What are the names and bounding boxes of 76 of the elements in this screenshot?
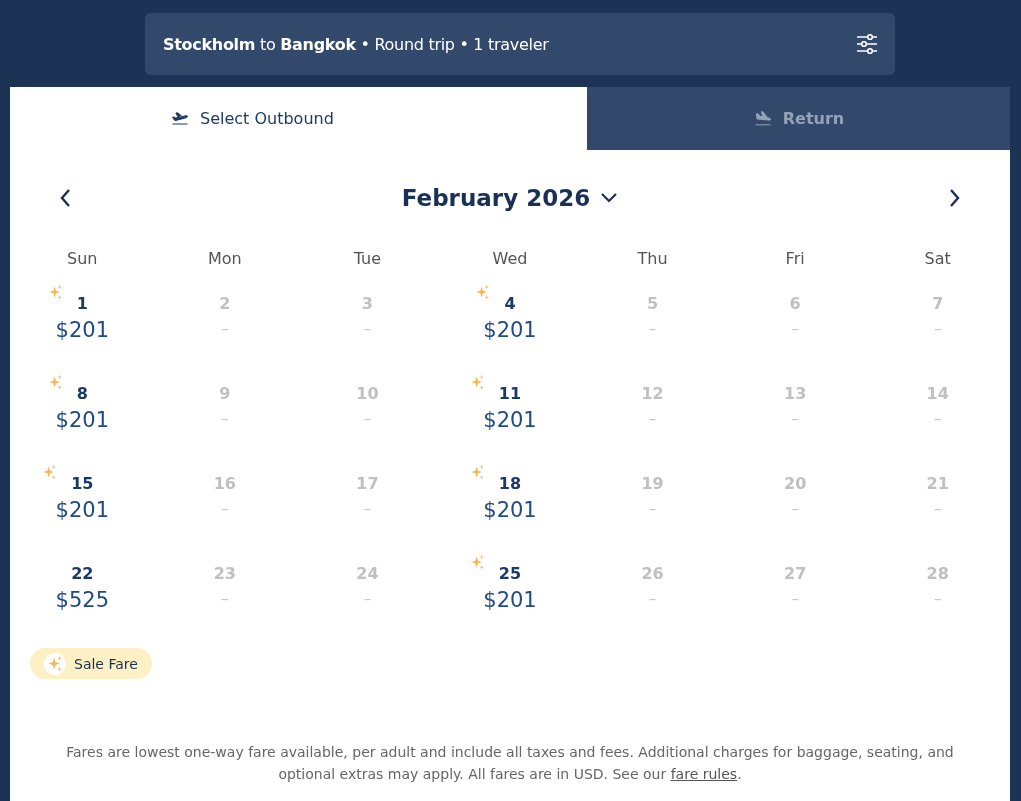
weekday-label: Sun xyxy=(66,249,99,268)
fare-price: – xyxy=(791,320,799,338)
day-number: 17 xyxy=(356,473,379,495)
fare-price: – xyxy=(791,500,799,518)
fare-price: – xyxy=(791,410,799,428)
weekday-label: Tue xyxy=(352,249,383,268)
fare-price: – xyxy=(933,410,942,428)
day-number: 5 xyxy=(647,293,659,315)
fare-price: – xyxy=(791,590,799,608)
fare-price: – xyxy=(648,320,657,338)
day-number[interactable]: 22 xyxy=(71,562,94,586)
fare-price: $201 xyxy=(483,318,537,342)
day-number[interactable]: 25 xyxy=(498,562,522,586)
day-number: 24 xyxy=(356,563,379,585)
day-number: 6 xyxy=(789,293,801,315)
day-number: 9 xyxy=(219,383,231,405)
day-number: 28 xyxy=(926,563,949,585)
previous-month-icon[interactable] xyxy=(60,188,72,208)
tab[interactable]: Select Outbound xyxy=(10,87,587,150)
day-number: 10 xyxy=(356,383,379,405)
day-number[interactable]: 4 xyxy=(504,292,516,316)
day-number: 20 xyxy=(784,473,807,495)
day-number: 26 xyxy=(641,563,664,585)
weekday-label: Fri xyxy=(784,249,806,268)
fare-price: $201 xyxy=(483,588,537,612)
day-number[interactable]: 15 xyxy=(71,472,94,496)
fare-price: – xyxy=(933,500,942,518)
weekday-label: Thu xyxy=(636,249,669,268)
fare-price: $201 xyxy=(55,498,109,522)
fare-price: – xyxy=(221,590,229,608)
fare-price: $201 xyxy=(483,408,537,432)
tab[interactable]: Return xyxy=(587,87,1010,150)
trip-summary: Stockholm to Bangkok • Round trip • 1 traveler xyxy=(163,34,549,54)
day-number[interactable]: 8 xyxy=(76,382,88,406)
fare-price: $201 xyxy=(55,408,109,432)
fare-price: $525 xyxy=(55,588,109,612)
day-number: 3 xyxy=(361,293,373,315)
day-number[interactable]: 11 xyxy=(498,382,522,406)
day-number: 7 xyxy=(932,293,944,315)
day-number: 14 xyxy=(926,383,949,405)
day-number: 2 xyxy=(219,293,231,315)
fare-price: $201 xyxy=(483,498,537,522)
trip-summary-bar[interactable]: Stockholm to Bangkok • Round trip • 1 traveler xyxy=(145,13,895,75)
day-number[interactable]: 1 xyxy=(76,292,88,316)
month-selector[interactable]: February 2026 xyxy=(401,185,619,211)
day-number[interactable]: 18 xyxy=(498,472,522,496)
fare-price: – xyxy=(363,590,372,608)
day-number: 19 xyxy=(641,473,664,495)
fare-price: – xyxy=(221,500,229,518)
sparkle-icon xyxy=(46,654,64,673)
fare-price: – xyxy=(648,500,657,518)
sale-fare-legend: Sale Fare xyxy=(30,648,152,679)
fare-price: – xyxy=(648,410,657,428)
weekday-label: Sat xyxy=(923,249,952,268)
fare-price: – xyxy=(221,320,229,338)
day-number: 21 xyxy=(926,473,949,495)
filter-icon[interactable] xyxy=(855,32,879,56)
fare-price: – xyxy=(933,320,942,338)
chevron-down-icon xyxy=(600,192,619,204)
next-month-icon[interactable] xyxy=(948,188,960,208)
weekday-label: Mon xyxy=(207,249,243,268)
fare-price: $201 xyxy=(55,318,109,342)
fare-price: – xyxy=(648,590,657,608)
fare-rules-link[interactable]: fare rules xyxy=(670,766,738,782)
day-number: 13 xyxy=(784,383,807,405)
day-number: 16 xyxy=(213,473,236,495)
day-number: 23 xyxy=(213,563,236,585)
weekday-label: Wed xyxy=(491,249,529,268)
fare-price: – xyxy=(221,410,229,428)
day-number: 27 xyxy=(784,563,807,585)
fare-price: – xyxy=(933,590,942,608)
fare-price: – xyxy=(363,410,372,428)
fare-price: – xyxy=(363,500,372,518)
fare-disclaimer: Fares are lowest one-way fare available, per adult and include all taxes and fees. Additional charges for baggage, seating, and optional extras may apply. All fares are in USD. See our fare rules. xyxy=(65,743,955,784)
day-number: 12 xyxy=(641,383,664,405)
fare-price: – xyxy=(363,320,372,338)
